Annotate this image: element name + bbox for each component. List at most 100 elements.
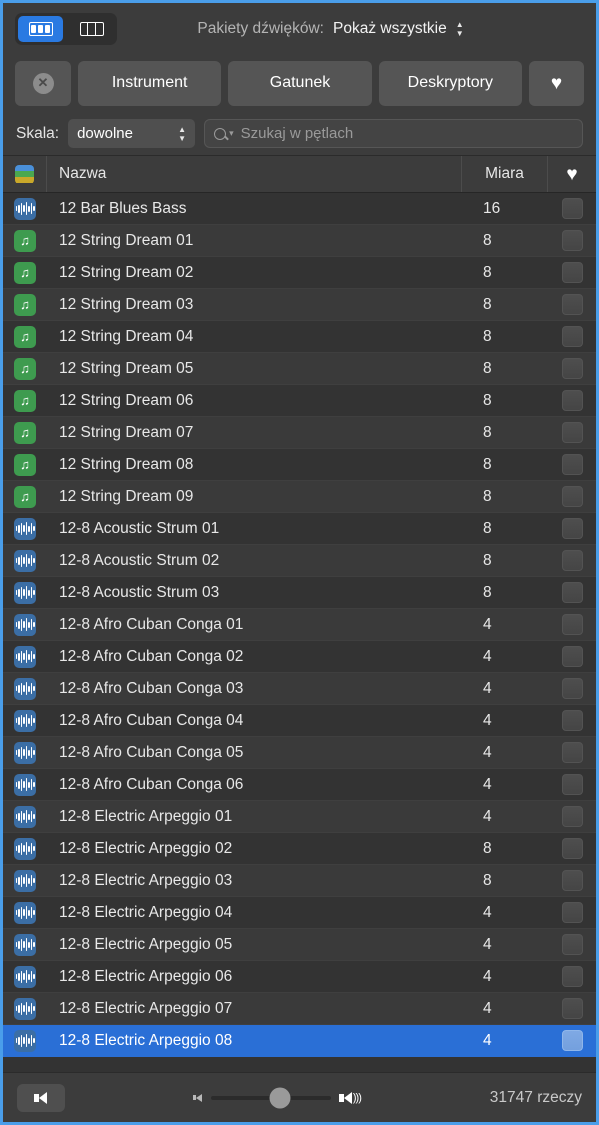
favorite-cell[interactable] (548, 422, 596, 443)
favorite-cell[interactable] (548, 710, 596, 731)
favorite-checkbox[interactable] (561, 550, 583, 571)
volume-slider-knob[interactable] (269, 1087, 291, 1108)
favorite-checkbox[interactable] (561, 486, 583, 507)
volume-slider[interactable] (210, 1087, 331, 1108)
favorite-cell[interactable] (548, 550, 596, 571)
favorite-checkbox[interactable] (561, 966, 583, 987)
filter-favorites-button[interactable]: ♥ (528, 60, 584, 106)
table-header-favorite[interactable]: ♥ (548, 165, 596, 184)
table-header-type-column[interactable] (3, 156, 47, 192)
favorite-cell[interactable] (548, 454, 596, 475)
table-row[interactable]: 12-8 Acoustic Strum 03 8 (3, 577, 596, 609)
favorite-checkbox[interactable] (561, 838, 583, 859)
table-row[interactable]: 12-8 Afro Cuban Conga 04 4 (3, 705, 596, 737)
favorite-cell[interactable] (548, 358, 596, 379)
table-row[interactable]: 12-8 Electric Arpeggio 07 4 (3, 993, 596, 1025)
favorite-checkbox[interactable] (561, 934, 583, 955)
sound-packs-selector[interactable]: Pakiety dźwięków: Pokaż wszystkie ▲ ▼ (117, 20, 544, 38)
table-row[interactable]: 12-8 Afro Cuban Conga 03 4 (3, 673, 596, 705)
table-row[interactable]: 12-8 Electric Arpeggio 05 4 (3, 929, 596, 961)
loop-list[interactable]: 12 Bar Blues Bass 16 ♫ 12 String Dream 01 8 ♫… (3, 193, 596, 1072)
favorite-checkbox[interactable] (561, 262, 583, 283)
favorite-checkbox[interactable] (561, 678, 583, 699)
favorite-cell[interactable] (548, 294, 596, 315)
favorite-checkbox[interactable] (561, 710, 583, 731)
favorite-checkbox[interactable] (561, 742, 583, 763)
favorite-checkbox[interactable] (561, 614, 583, 635)
favorite-checkbox[interactable] (561, 902, 583, 923)
table-row[interactable]: ♫ 12 String Dream 09 8 (3, 481, 596, 513)
table-row[interactable]: 12-8 Electric Arpeggio 06 4 (3, 961, 596, 993)
favorite-checkbox[interactable] (561, 422, 583, 443)
table-header-name[interactable]: Nazwa (47, 165, 461, 183)
table-row[interactable]: 12-8 Acoustic Strum 01 8 (3, 513, 596, 545)
table-row[interactable]: ♫ 12 String Dream 06 8 (3, 385, 596, 417)
filter-instrument-button[interactable]: Instrument (78, 60, 222, 106)
preview-play-button[interactable] (17, 1083, 65, 1112)
favorite-checkbox[interactable] (561, 230, 583, 251)
scale-select[interactable]: dowolne ▲ ▼ (68, 119, 196, 148)
table-row[interactable]: 12-8 Afro Cuban Conga 02 4 (3, 641, 596, 673)
table-row[interactable]: 12-8 Afro Cuban Conga 06 4 (3, 769, 596, 801)
favorite-cell[interactable] (548, 646, 596, 667)
favorite-checkbox[interactable] (561, 806, 583, 827)
table-row[interactable]: ♫ 12 String Dream 08 8 (3, 449, 596, 481)
clear-filters-button[interactable]: ✕ (15, 60, 71, 106)
filter-descriptors-button[interactable]: Deskryptory (378, 60, 522, 106)
favorite-checkbox[interactable] (561, 326, 583, 347)
table-row[interactable]: 12-8 Electric Arpeggio 02 8 (3, 833, 596, 865)
favorite-checkbox[interactable] (561, 582, 583, 603)
favorite-cell[interactable] (548, 902, 596, 923)
volume-control: ))) (65, 1087, 490, 1108)
favorite-checkbox[interactable] (561, 198, 583, 219)
table-row[interactable]: 12-8 Electric Arpeggio 04 4 (3, 897, 596, 929)
favorite-checkbox[interactable] (561, 390, 583, 411)
table-row[interactable]: 12-8 Afro Cuban Conga 05 4 (3, 737, 596, 769)
favorite-cell[interactable] (548, 582, 596, 603)
favorite-cell[interactable] (548, 838, 596, 859)
favorite-cell[interactable] (548, 934, 596, 955)
favorite-cell[interactable] (548, 230, 596, 251)
favorite-checkbox[interactable] (561, 870, 583, 891)
filter-genre-button[interactable]: Gatunek (228, 60, 372, 106)
favorite-cell[interactable] (548, 966, 596, 987)
favorite-cell[interactable] (548, 1030, 596, 1051)
table-row[interactable]: 12-8 Acoustic Strum 02 8 (3, 545, 596, 577)
table-row[interactable]: ♫ 12 String Dream 05 8 (3, 353, 596, 385)
favorite-cell[interactable] (548, 870, 596, 891)
view-mode-grid-button[interactable] (18, 15, 63, 42)
table-header-measure[interactable]: Miara (461, 156, 548, 192)
table-row[interactable]: 12 Bar Blues Bass 16 (3, 193, 596, 225)
favorite-checkbox[interactable] (561, 774, 583, 795)
favorite-cell[interactable] (548, 390, 596, 411)
table-row[interactable]: 12-8 Afro Cuban Conga 01 4 (3, 609, 596, 641)
favorite-checkbox[interactable] (561, 646, 583, 667)
favorite-cell[interactable] (548, 678, 596, 699)
favorite-cell[interactable] (548, 326, 596, 347)
table-row[interactable]: ♫ 12 String Dream 07 8 (3, 417, 596, 449)
favorite-checkbox[interactable] (561, 1030, 583, 1051)
favorite-cell[interactable] (548, 742, 596, 763)
favorite-checkbox[interactable] (561, 294, 583, 315)
favorite-checkbox[interactable] (561, 998, 583, 1019)
favorite-checkbox[interactable] (561, 454, 583, 475)
favorite-checkbox[interactable] (561, 518, 583, 539)
favorite-cell[interactable] (548, 198, 596, 219)
table-row[interactable]: ♫ 12 String Dream 02 8 (3, 257, 596, 289)
table-row[interactable]: 12-8 Electric Arpeggio 08 4 (3, 1025, 596, 1057)
table-row[interactable]: ♫ 12 String Dream 01 8 (3, 225, 596, 257)
table-row[interactable]: ♫ 12 String Dream 03 8 (3, 289, 596, 321)
table-row[interactable]: 12-8 Electric Arpeggio 03 8 (3, 865, 596, 897)
favorite-cell[interactable] (548, 518, 596, 539)
table-row[interactable]: ♫ 12 String Dream 04 8 (3, 321, 596, 353)
favorite-cell[interactable] (548, 262, 596, 283)
view-mode-column-button[interactable] (69, 16, 114, 42)
favorite-cell[interactable] (548, 486, 596, 507)
favorite-cell[interactable] (548, 998, 596, 1019)
favorite-cell[interactable] (548, 774, 596, 795)
favorite-checkbox[interactable] (561, 358, 583, 379)
search-field[interactable]: ▾ Szukaj w pętlach (204, 119, 583, 148)
favorite-cell[interactable] (548, 614, 596, 635)
favorite-cell[interactable] (548, 806, 596, 827)
table-row[interactable]: 12-8 Electric Arpeggio 01 4 (3, 801, 596, 833)
